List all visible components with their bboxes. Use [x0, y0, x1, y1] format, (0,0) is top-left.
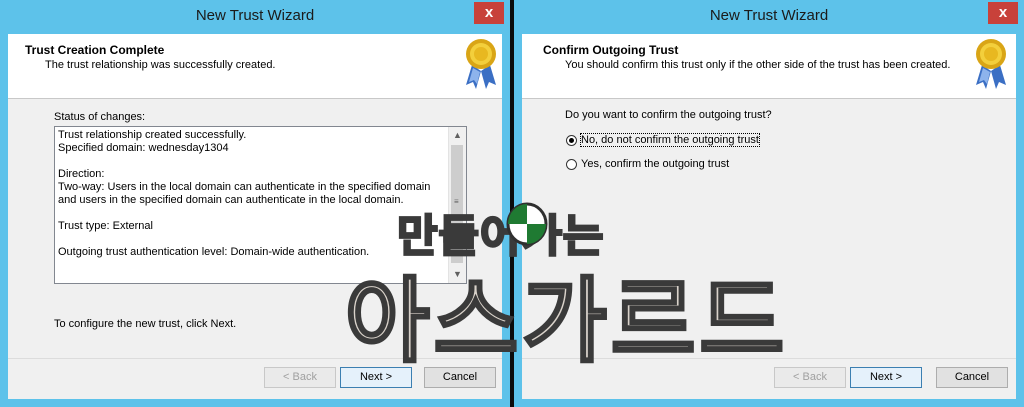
right-window-title: New Trust Wizard: [709, 7, 829, 24]
left-wizard-window: New Trust Wizard x Trust Creation Comple…: [0, 0, 512, 407]
scrollbar-thumb[interactable]: ≡: [451, 145, 463, 263]
status-textbox[interactable]: Trust relationship created successfully.…: [54, 126, 467, 284]
status-scrollbar[interactable]: ▲ ≡ ▼: [448, 127, 466, 283]
status-line: [58, 233, 446, 246]
left-close-button[interactable]: x: [474, 2, 504, 24]
status-line: Trust type: External: [58, 220, 153, 232]
back-button[interactable]: < Back: [264, 367, 336, 388]
award-medal-icon: [466, 39, 496, 89]
cancel-button[interactable]: Cancel: [936, 367, 1008, 388]
left-dialog-body: Trust Creation Complete The trust relati…: [8, 34, 502, 399]
next-button[interactable]: Next >: [850, 367, 922, 388]
radio-button[interactable]: [566, 159, 577, 170]
radio-no-label[interactable]: No, do not confirm the outgoing trust: [580, 133, 760, 147]
right-header-title: Confirm Outgoing Trust: [543, 43, 679, 57]
status-line: Trust relationship created successfully.: [58, 129, 247, 141]
status-text: Trust relationship created successfully.…: [58, 129, 446, 259]
chevron-down-icon[interactable]: ▼: [449, 266, 466, 283]
award-medal-icon: [976, 39, 1006, 89]
right-dialog-body: Confirm Outgoing Trust You should confir…: [522, 34, 1016, 399]
confirm-question: Do you want to confirm the outgoing trus…: [565, 109, 772, 121]
status-line: Two-way: Users in the local domain can a…: [58, 181, 431, 206]
left-window-title: New Trust Wizard: [195, 7, 315, 24]
right-header: Confirm Outgoing Trust You should confir…: [522, 34, 1016, 99]
status-line: Specified domain: wednesday1304: [58, 142, 229, 154]
chevron-up-icon[interactable]: ▲: [449, 127, 466, 144]
radio-selected-dot: [569, 138, 574, 143]
right-header-subtitle: You should confirm this trust only if th…: [565, 59, 951, 71]
left-titlebar[interactable]: New Trust Wizard x: [0, 0, 510, 34]
grip-icon: ≡: [454, 197, 459, 206]
status-line: Direction:: [58, 168, 105, 180]
right-wizard-window: New Trust Wizard x Confirm Outgoing Trus…: [514, 0, 1024, 407]
left-footer: < Back Next > Cancel: [8, 358, 502, 399]
left-header-title: Trust Creation Complete: [25, 43, 165, 57]
right-footer: < Back Next > Cancel: [522, 358, 1016, 399]
status-line: [58, 207, 446, 220]
status-line: [58, 155, 446, 168]
radio-button[interactable]: [566, 135, 577, 146]
left-header: Trust Creation Complete The trust relati…: [8, 34, 502, 99]
radio-yes-label[interactable]: Yes, confirm the outgoing trust: [581, 158, 729, 170]
left-header-subtitle: The trust relationship was successfully …: [45, 59, 276, 71]
right-close-button[interactable]: x: [988, 2, 1018, 24]
configure-instruction: To configure the new trust, click Next.: [54, 318, 237, 330]
cancel-button[interactable]: Cancel: [424, 367, 496, 388]
back-button[interactable]: < Back: [774, 367, 846, 388]
next-button[interactable]: Next >: [340, 367, 412, 388]
status-line: Outgoing trust authentication level: Dom…: [58, 246, 370, 258]
right-titlebar[interactable]: New Trust Wizard x: [514, 0, 1024, 34]
status-of-changes-label: Status of changes:: [54, 111, 146, 123]
